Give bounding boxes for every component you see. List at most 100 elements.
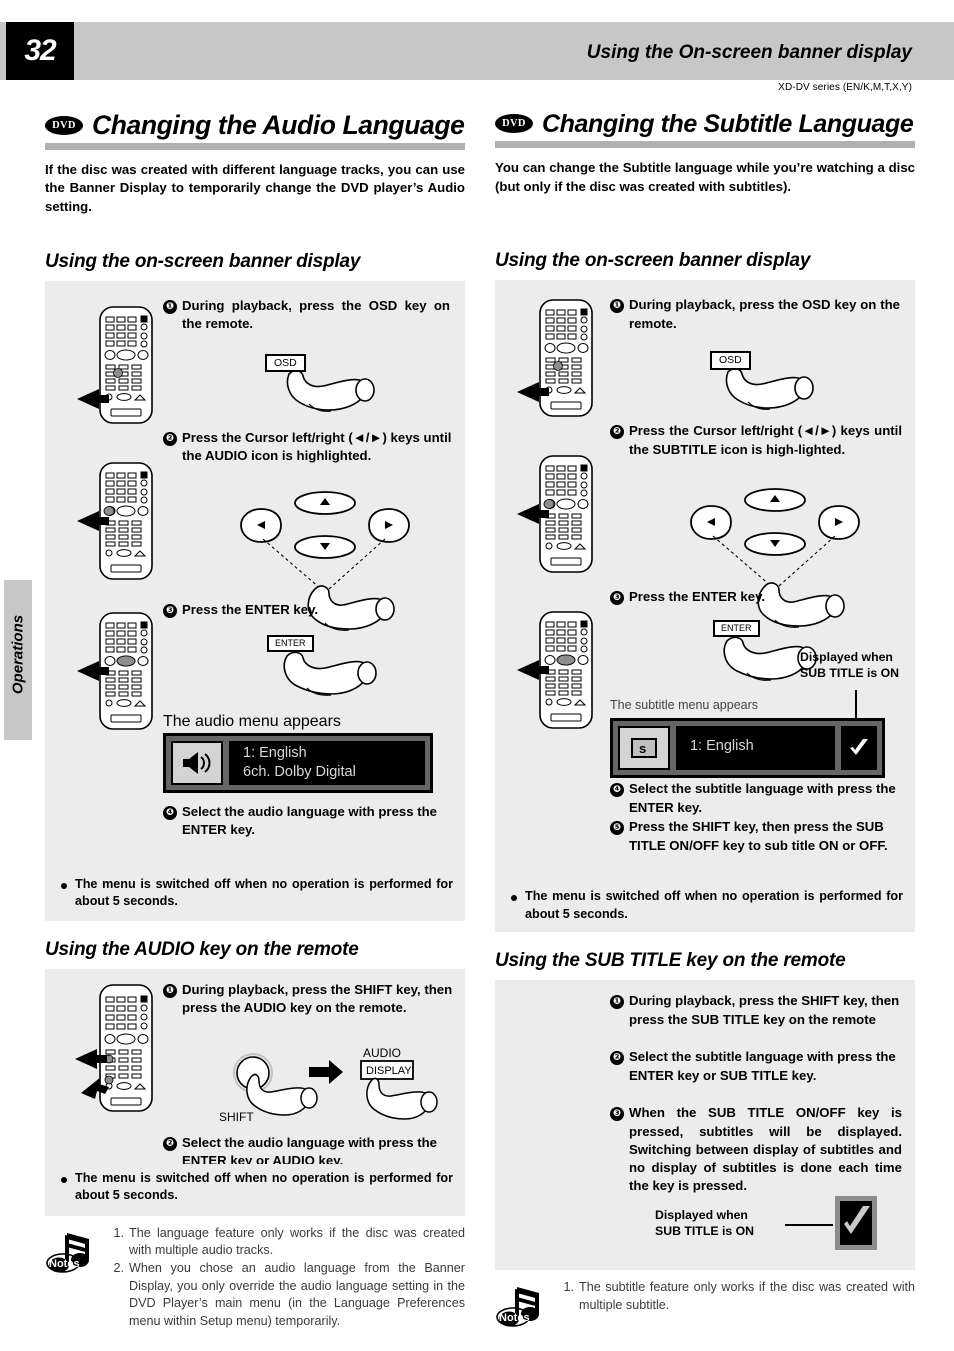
left-bullet-panel: The menu is switched off when no operati… [45,1163,465,1216]
subtitle-banner-menu: s 1: English [610,718,885,779]
right-bullet-note: The menu is switched off when no operati… [511,888,903,923]
step-text: Press the Cursor left/right (◄/►) keys u… [629,423,902,457]
step-text: Select the subtitle language with press … [629,781,896,815]
left-bullet-note-2: The menu is switched off when no operati… [61,1170,453,1205]
left-section-title: Changing the Audio Language [92,110,465,140]
step-number: ❷ [610,425,624,440]
display-keycap-label: DISPLAY [366,1065,412,1077]
right-column: DVD Changing the Subtitle Language You c… [495,112,915,1328]
step-number: ❷ [163,431,177,446]
step-text: During playback, press the SHIFT key, th… [629,993,900,1027]
osd-keycap: OSD [265,353,306,373]
notes-badge-icon: Notes [495,1283,551,1331]
note-text: When you chose an audio language from th… [129,1261,465,1328]
right-subhead-banner: Using the on-screen banner display [495,250,811,272]
left-step-3: ❸ Press the ENTER key. [163,601,453,619]
section-tab-operations: Operations [4,580,32,740]
left-banner-panel: ❶ During playback, press the OSD key on … [45,280,465,921]
left-menu-caption: The audio menu appears [163,712,341,730]
right-section-title: Changing the Subtitle Language [542,110,914,138]
subtitle-s-icon: s [618,726,670,771]
step-number: ❹ [610,783,624,798]
step-text: Select the audio language with press the… [182,803,438,837]
right-subhead-subtitlekey: Using the SUB TITLE key on the remote [495,950,846,972]
left-intro-text: If the disc was created with different l… [45,161,465,214]
left-section-heading: DVD Changing the Audio Language [45,112,465,139]
audio-menu-text: 1: English 6ch. Dolby Digital [229,740,425,785]
step-text: During playback, press the OSD key on th… [182,297,450,331]
step-text: During playback, press the OSD key on th… [629,297,900,331]
page-number: 32 [24,34,56,67]
step-number: ❸ [610,591,624,606]
left-audiokey-panel: ❶ During playback, press the SHIFT key, … [45,968,465,1168]
right-title-rule [495,141,915,148]
bullet-text: The menu is switched off when no operati… [75,1170,453,1203]
step-number: ❷ [163,1136,177,1151]
right-callout-2: Displayed when SUB TITLE is ON [655,1208,755,1239]
step-text: Press the SHIFT key, then press the SUB … [629,819,888,853]
left-bullet-note: The menu is switched off when no operati… [61,876,453,911]
remote-illustration-r1 [515,296,625,421]
osd-keycap: OSD [710,351,751,371]
right-step-5: ❺ Press the SHIFT key, then press the SU… [610,818,902,854]
remote-illustration-r3 [515,608,625,733]
note-item: 1. The subtitle feature only works if th… [557,1279,915,1314]
remote-illustration-2 [75,459,185,584]
subtitle-on-indicator [833,1194,879,1252]
series-label: XD-DV series (EN/K,M,T,X,Y) [778,82,912,93]
right-callout-1: Displayed when SUB TITLE is ON [800,650,900,681]
section-tab-label: Operations [9,614,27,695]
step-number: ❶ [610,995,624,1010]
left-subhead-banner: Using the on-screen banner display [45,250,361,272]
note-text: The subtitle feature only works if the d… [579,1280,915,1312]
step-text: Press the ENTER key. [629,589,766,605]
step-text: During playback, press the SHIFT key, th… [182,981,453,1015]
bullet-dot-icon [61,882,67,889]
right-step-3: ❸ Press the ENTER key. [610,588,902,606]
note-item: 1. The language feature only works if th… [107,1225,465,1260]
right-notes-block: Notes 1. The subtitle feature only works… [495,1279,915,1328]
left-column: DVD Changing the Audio Language If the d… [45,112,465,1331]
callout-leader-line-2 [785,1224,833,1227]
osd-key-illustration-left: OSD [265,353,393,423]
step-number: ❸ [610,1107,624,1122]
right2-step-3: ❸ When the SUB TITLE ON/OFF key is press… [610,1104,902,1195]
bullet-text: The menu is switched off when no operati… [525,889,903,922]
step-number: ❶ [163,983,177,998]
right-intro-text: You can change the Subtitle language whi… [495,160,915,194]
step-number: ❶ [610,299,624,314]
svg-text:Notes: Notes [499,1312,530,1324]
note-number: 1. [113,1225,124,1240]
shift-key-label: SHIFT [219,1110,254,1124]
svg-text:Notes: Notes [49,1258,80,1270]
right-step-2: ❷ Press the Cursor left/right (◄/►) keys… [610,422,902,458]
remote-illustration-r2 [515,452,625,577]
step-text: Press the Cursor left/right (◄/►) keys u… [182,429,452,463]
shift-audio-illustration: SHIFT AUDIO DISPLAY [213,1047,443,1137]
step-number: ❺ [610,821,624,836]
step-number: ❶ [163,299,177,314]
left-notes-block: Notes 1. The language feature only works… [45,1225,465,1330]
right-subtitlekey-panel: ❶ During playback, press the SHIFT key, … [495,980,915,1271]
left-step-4: ❹ Select the audio language with press t… [163,803,453,839]
bullet-dot-icon [511,895,517,902]
note-item: 2. When you chose an audio language from… [107,1260,465,1330]
svg-text:s: s [639,741,646,756]
bullet-text: The menu is switched off when no operati… [75,876,453,909]
dvd-badge-icon: DVD [495,114,533,133]
right-notes-list: 1. The subtitle feature only works if th… [557,1279,915,1314]
manual-page: 32 Using the On-screen banner display XD… [0,0,954,1351]
audio-menu-line1: 1: English [243,744,307,761]
header-title: Using the On-screen banner display [586,42,912,63]
osd-key-illustration-right: OSD [710,350,832,420]
bullet-dot-icon [61,1176,67,1183]
right-step-1: ❶ During playback, press the OSD key on … [610,296,900,332]
audio-key-label: AUDIO [363,1047,401,1060]
left-step-1: ❶ During playback, press the OSD key on … [163,297,450,333]
notes-badge-icon: Notes [45,1229,101,1277]
check-icon [841,726,877,771]
step-text: Press the ENTER key. [182,601,319,617]
note-number: 1. [563,1280,574,1295]
step-number: ❷ [610,1051,624,1066]
right-section-heading: DVD Changing the Subtitle Language [495,112,915,137]
